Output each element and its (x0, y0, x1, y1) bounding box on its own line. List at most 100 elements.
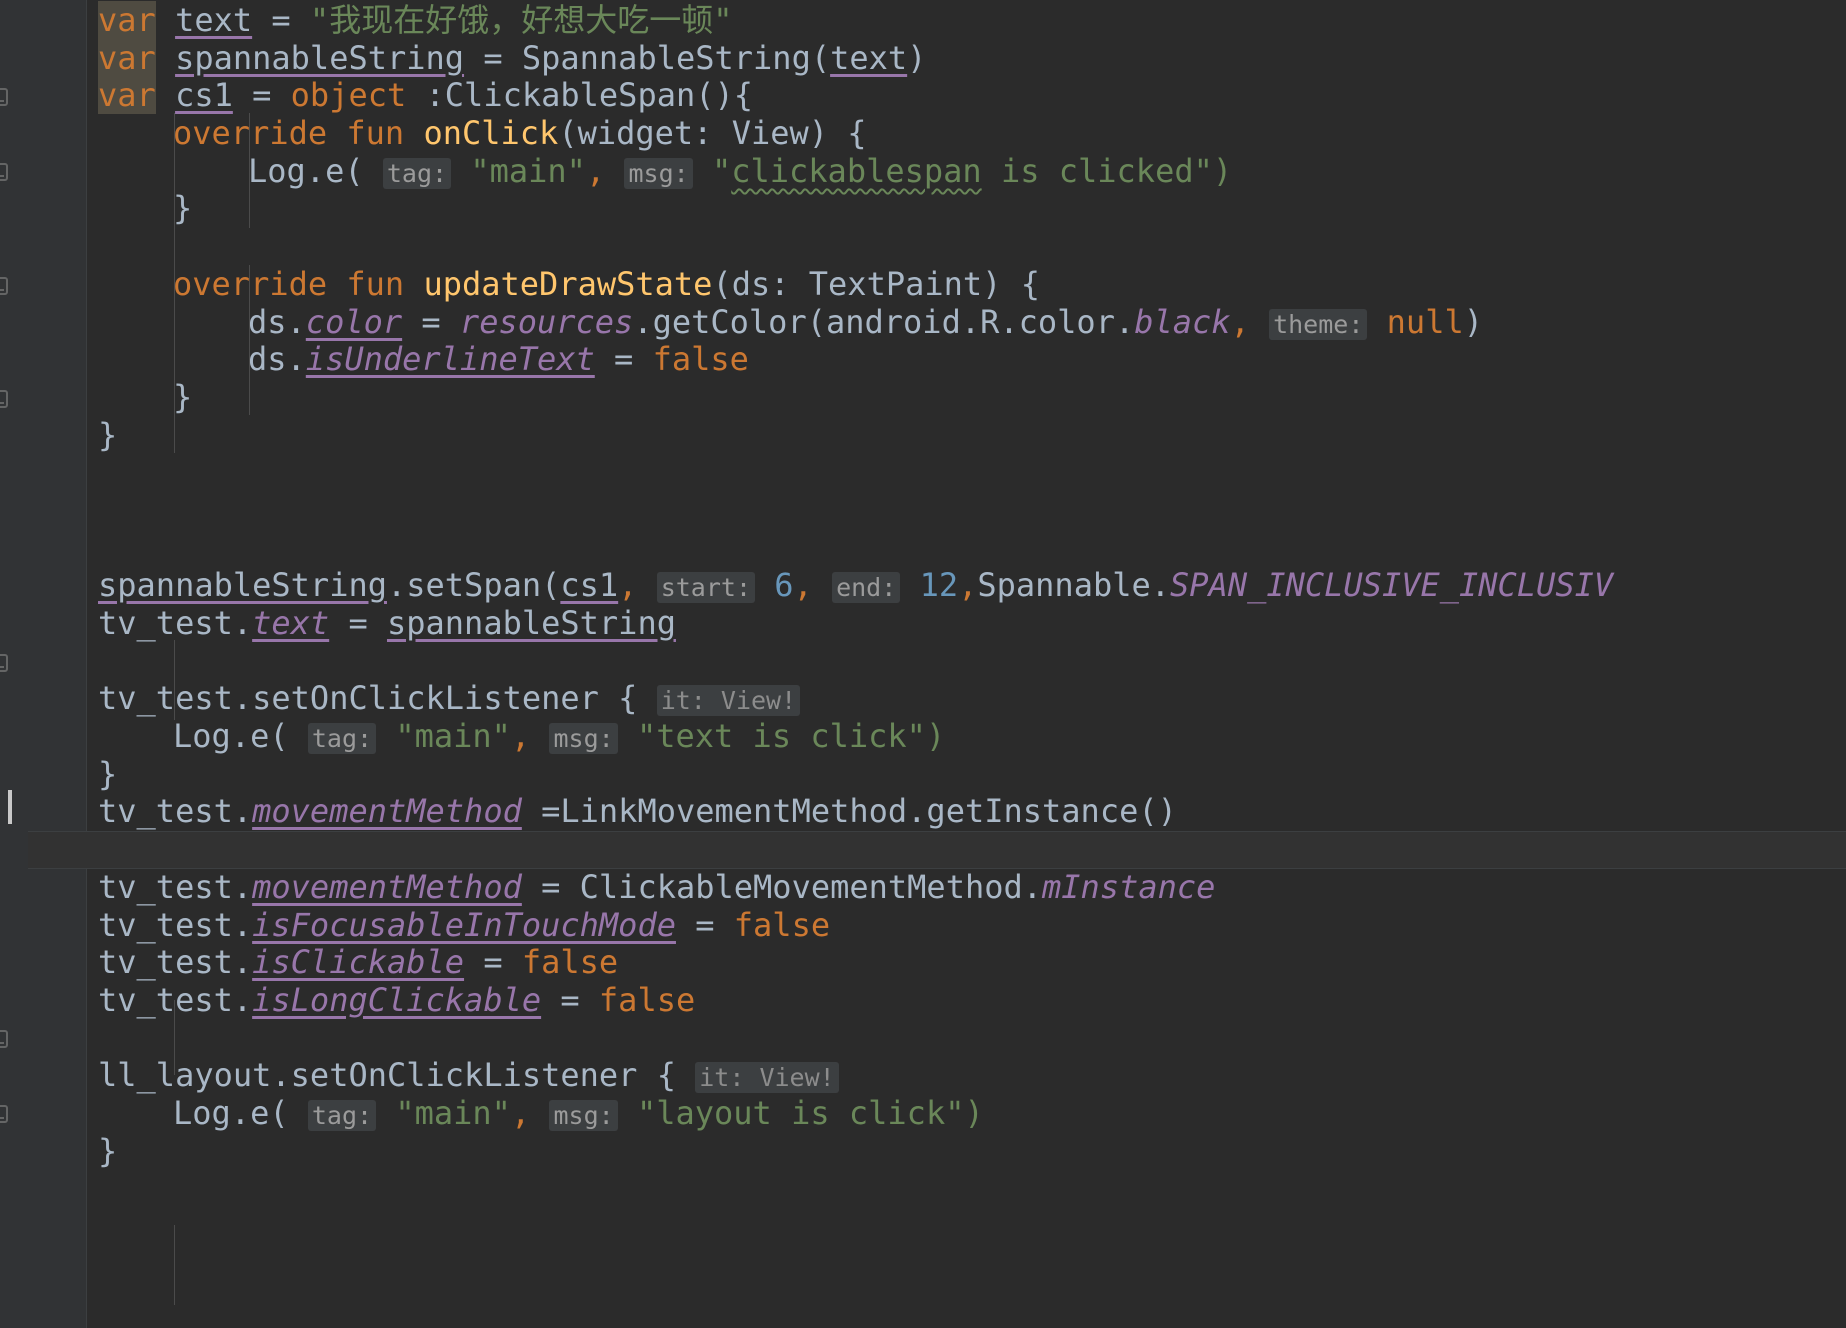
code-token: = (594, 340, 653, 379)
code-token: , (510, 717, 531, 756)
code-token: isUnderlineText (305, 340, 595, 379)
code-token: mInstance (1042, 867, 1216, 906)
code-line[interactable]: tv_test.movementMethod = ClickableMoveme… (0, 867, 1846, 907)
indent-guide (249, 113, 250, 228)
code-token: ClickableSpan(){ (444, 76, 754, 115)
code-token: , (958, 566, 978, 605)
code-line[interactable] (0, 1020, 1846, 1058)
code-line[interactable]: Log.e( tag: "main", msg: "text is click"… (0, 717, 1846, 756)
code-line-current[interactable] (28, 831, 1846, 869)
code-line[interactable]: var cs1 = object :ClickableSpan(){ (0, 76, 1846, 115)
code-token: onClick (423, 114, 559, 153)
code-line[interactable]: } (0, 415, 1846, 455)
code-line[interactable]: var text = "我现在好饿，好想大吃一顿" (0, 1, 1846, 40)
code-token: = (252, 1, 310, 39)
code-token: end: (832, 572, 901, 604)
code-token: var (98, 1, 156, 39)
code-token: Log (248, 151, 306, 190)
code-line[interactable]: tv_test.movementMethod =LinkMovementMeth… (0, 793, 1846, 831)
code-token: " (711, 151, 732, 190)
code-token: 6 (774, 566, 794, 605)
code-token: } (98, 415, 118, 454)
code-line[interactable]: tv_test.isFocusableInTouchMode = false (0, 905, 1846, 945)
code-line[interactable]: ds.isUnderlineText = false (0, 340, 1846, 379)
code-token: override (173, 114, 328, 153)
code-token: } (98, 754, 118, 793)
code-token: null (1386, 302, 1464, 341)
code-token: black (1134, 302, 1231, 341)
code-line[interactable]: } (0, 190, 1846, 228)
code-token: tv_test. (98, 867, 253, 906)
code-line[interactable]: tv_test.text = spannableString (0, 604, 1846, 643)
code-token: = ClickableMovementMethod. (521, 867, 1043, 906)
code-token: .setSpan( (386, 566, 561, 605)
code-token: 12 (919, 566, 959, 605)
code-token: resources (459, 302, 634, 341)
code-line[interactable]: tv_test.setOnClickListener { it: View! (0, 680, 1846, 718)
code-line[interactable]: tv_test.isClickable = false (0, 943, 1846, 982)
code-token: fun (346, 114, 405, 153)
code-token: = (464, 38, 522, 77)
code-token: tv_test. (98, 943, 253, 982)
code-editor[interactable]: var text = "我现在好饿，好想大吃一顿" var spannableSt… (0, 0, 1846, 1328)
code-token: = (541, 980, 599, 1019)
code-token: false (733, 905, 831, 944)
code-line[interactable] (0, 492, 1846, 530)
code-token: ) (907, 38, 927, 77)
code-token: it: View! (656, 685, 801, 717)
code-token: "layout is click") (636, 1093, 984, 1132)
code-token: e (325, 151, 345, 190)
code-line[interactable]: ll_layout.setOnClickListener { it: View! (0, 1056, 1846, 1095)
code-token: clickablespan (731, 151, 982, 190)
code-token: = (232, 76, 291, 115)
code-token: (ds: TextPaint) { (712, 264, 1040, 303)
code-text-area[interactable]: var text = "我现在好饿，好想大吃一顿" var spannableSt… (0, 0, 1846, 1170)
code-token: "text is click") (636, 717, 946, 756)
code-line[interactable]: } (0, 754, 1846, 794)
code-line[interactable] (0, 228, 1846, 266)
code-token: text (175, 1, 253, 39)
code-line[interactable]: } (0, 378, 1846, 417)
code-token: =LinkMovementMethod.getInstance() (521, 792, 1177, 831)
code-line[interactable]: tv_test.isLongClickable = false (0, 980, 1846, 1020)
code-token: } (173, 189, 193, 228)
code-token: object (290, 76, 407, 115)
code-line[interactable]: ds.color = resources.getColor(android.R.… (0, 302, 1846, 342)
code-token: ( (344, 151, 383, 190)
code-token: it: View! (695, 1062, 839, 1094)
code-token: cs1 (560, 566, 619, 605)
code-line[interactable]: var spannableString = SpannableString(te… (0, 38, 1846, 78)
indent-guide (174, 1000, 175, 1075)
code-line[interactable]: } (0, 1132, 1846, 1171)
code-token: ) (1463, 302, 1483, 341)
text-caret (8, 790, 12, 824)
code-token: , (618, 566, 638, 605)
code-token: msg: (549, 1099, 618, 1131)
code-line[interactable] (0, 530, 1846, 568)
code-line[interactable]: Log.e( tag: "main", msg: "clickablespan … (0, 151, 1846, 191)
code-line[interactable]: override fun updateDrawState(ds: TextPai… (0, 264, 1846, 304)
code-line[interactable] (0, 643, 1846, 681)
code-token: tv_test. (98, 980, 253, 1019)
code-line[interactable]: spannableString.setSpan(cs1, start: 6, e… (0, 566, 1846, 605)
code-token: movementMethod (252, 867, 522, 906)
code-token: tv_test. (98, 604, 253, 642)
code-token: "main" (395, 717, 511, 756)
code-line[interactable]: Log.e( tag: "main", msg: "layout is clic… (0, 1093, 1846, 1133)
code-token: tv_test. (98, 792, 253, 831)
indent-guide (174, 113, 175, 453)
code-token: start: (656, 572, 756, 604)
code-line[interactable] (0, 454, 1846, 492)
code-token: isFocusableInTouchMode (252, 905, 676, 944)
code-token: tv_test. (98, 905, 253, 944)
code-line[interactable]: override fun onClick(widget: View) { (0, 114, 1846, 153)
